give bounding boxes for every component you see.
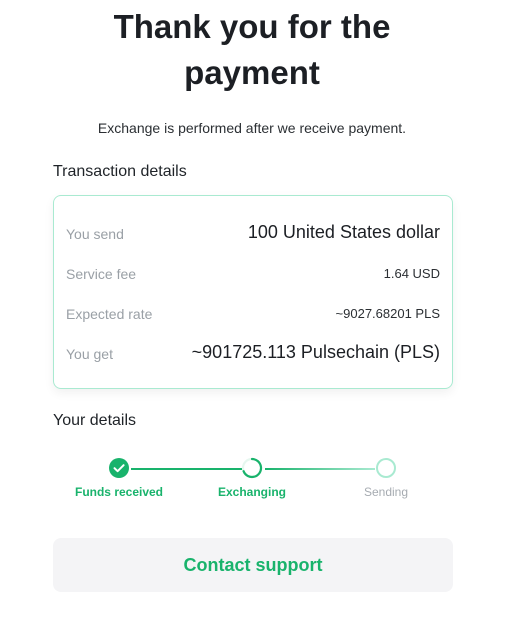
spinner-icon: [241, 457, 263, 479]
row-value: 100 United States dollar: [247, 222, 440, 242]
contact-support-button[interactable]: Contact support: [53, 538, 453, 592]
row-expected-rate: Expected rate ~9027.68201 PLS: [66, 302, 440, 326]
progress-stepper: Funds received Exchanging Sending: [53, 455, 451, 505]
progress-connector: [131, 468, 243, 470]
check-circle-icon: [109, 458, 129, 478]
page-subtitle: Exchange is performed after we receive p…: [97, 120, 407, 136]
row-service-fee: Service fee 1.64 USD: [66, 262, 440, 286]
page-title: Thank you for the payment: [0, 4, 504, 96]
row-you-get: You get ~901725.113 Pulsechain (PLS): [66, 342, 440, 366]
pending-circle-icon: [376, 458, 396, 478]
row-label: Service fee: [66, 266, 137, 282]
row-you-send: You send 100 United States dollar: [66, 222, 440, 246]
step-label-exchanging: Exchanging: [217, 485, 286, 499]
your-details-heading: Your details: [53, 412, 137, 429]
title-line-2: payment: [184, 54, 320, 91]
row-label: You send: [66, 226, 124, 242]
row-label: You get: [66, 346, 113, 362]
step-label-funds-received: Funds received: [74, 485, 164, 499]
row-label: Expected rate: [66, 306, 153, 322]
transaction-details-heading: Transaction details: [53, 163, 187, 180]
transaction-details-card: You send 100 United States dollar Servic…: [53, 195, 453, 389]
row-value: ~901725.113 Pulsechain (PLS): [191, 342, 440, 362]
title-line-1: Thank you for the: [113, 8, 391, 45]
row-value: ~9027.68201 PLS: [335, 306, 440, 321]
step-label-sending: Sending: [363, 485, 409, 499]
row-value: 1.64 USD: [383, 266, 440, 281]
progress-connector: [265, 468, 375, 470]
